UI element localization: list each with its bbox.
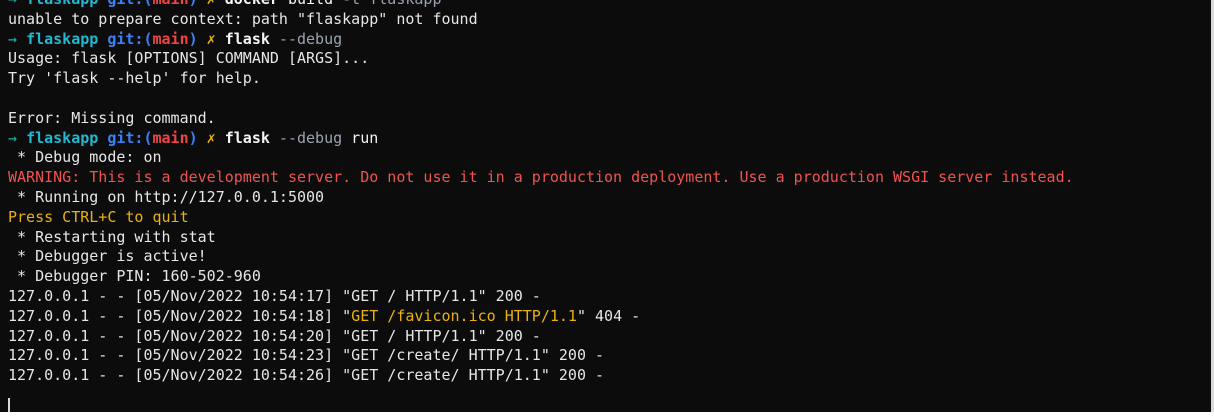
terminal-text-segment: build — [279, 0, 342, 8]
terminal-text-segment: Error: Missing command. — [8, 108, 216, 127]
terminal-text-segment: ✗ — [197, 128, 225, 147]
terminal-text-segment: 127.0.0.1 - - [05/Nov/2022 10:54:26] "GE… — [8, 366, 605, 385]
terminal-text-segment: 127.0.0.1 - - [05/Nov/2022 10:54:23] "GE… — [8, 346, 605, 365]
terminal-text-segment: ✗ — [198, 0, 225, 8]
terminal-text-segment: main — [153, 0, 189, 8]
terminal-text-segment: flask — [224, 29, 270, 48]
terminal-line: → flaskapp git:(main) ✗ flask --debug — [8, 30, 1205, 50]
terminal-line: 127.0.0.1 - - [05/Nov/2022 10:54:20] "GE… — [8, 327, 1205, 347]
terminal-text-segment: --debug — [269, 128, 343, 147]
terminal-text-segment: git:( — [107, 128, 153, 147]
terminal-text-segment: * Debug mode: on — [8, 148, 162, 167]
terminal-text-segment: * Running on http://127.0.0.1:5000 — [8, 187, 325, 206]
terminal-text-segment: → — [8, 128, 27, 147]
text-cursor — [8, 398, 10, 412]
terminal-text-segment: flaskapp — [26, 29, 108, 48]
terminal-line: * Debugger PIN: 160-502-960 — [8, 267, 1205, 287]
terminal-text-segment: 127.0.0.1 - - [05/Nov/2022 10:54:20] "GE… — [8, 326, 541, 345]
terminal-text-segment: flask — [224, 128, 270, 147]
terminal-text-segment: WARNING: This is a development server. D… — [8, 168, 1074, 187]
terminal-text-segment: ✗ — [197, 29, 225, 48]
terminal-text-segment: → — [8, 29, 27, 48]
terminal-line: * Debugger is active! — [8, 247, 1205, 267]
terminal-text-segment: Usage: flask [OPTIONS] COMMAND [ARGS]... — [8, 49, 370, 68]
terminal-line: * Running on http://127.0.0.1:5000 — [8, 188, 1205, 208]
terminal-line: unable to prepare context: path "flaskap… — [8, 10, 1205, 30]
terminal-text-segment: GET /favicon.ico HTTP/1.1 — [351, 306, 577, 325]
terminal-text-segment: flaskapp — [26, 0, 107, 8]
terminal-text-segment: ) — [189, 0, 198, 8]
terminal-line: * Debug mode: on — [8, 148, 1205, 168]
terminal-text-segment: unable to prepare context: path "flaskap… — [8, 9, 478, 28]
terminal-line: Usage: flask [OPTIONS] COMMAND [ARGS]... — [8, 49, 1205, 69]
terminal-text-segment: main — [152, 128, 189, 147]
terminal-line: 127.0.0.1 - - [05/Nov/2022 10:54:18] "GE… — [8, 307, 1205, 327]
terminal-line: → flaskapp git:(main) ✗ docker build -t … — [8, 0, 1205, 10]
terminal-text-segment: " 404 - — [576, 306, 641, 325]
terminal-text-segment: flaskapp — [26, 128, 108, 147]
terminal-text-segment: * Debugger is active! — [8, 247, 207, 266]
terminal-line: Press CTRL+C to quit — [8, 208, 1205, 228]
terminal-line: 127.0.0.1 - - [05/Nov/2022 10:54:23] "GE… — [8, 346, 1205, 366]
terminal-text-segment: git:( — [107, 0, 152, 8]
terminal-text-segment: ) — [188, 128, 198, 147]
terminal-line: * Restarting with stat — [8, 228, 1205, 248]
terminal-text-segment: main — [152, 29, 189, 48]
terminal-line: Error: Missing command. — [8, 109, 1205, 129]
terminal-text-segment: ) — [188, 29, 198, 48]
terminal-text-segment: Press CTRL+C to quit — [8, 207, 189, 226]
terminal-text-segment: git:( — [107, 29, 153, 48]
terminal-line: 127.0.0.1 - - [05/Nov/2022 10:54:26] "GE… — [8, 366, 1205, 386]
terminal-line: 127.0.0.1 - - [05/Nov/2022 10:54:17] "GE… — [8, 287, 1205, 307]
terminal-text-segment: 127.0.0.1 - - [05/Nov/2022 10:54:18] " — [8, 306, 352, 325]
terminal-text-segment: Try 'flask --help' for help. — [8, 69, 261, 88]
terminal-text-segment: docker — [225, 0, 279, 8]
terminal-output: → flaskapp git:(main) ✗ docker build -t … — [8, 0, 1205, 386]
terminal-window[interactable]: → flaskapp git:(main) ✗ docker build -t … — [0, 0, 1214, 412]
terminal-text-segment: --debug — [269, 29, 343, 48]
terminal-text-segment: * Debugger PIN: 160-502-960 — [8, 267, 261, 286]
terminal-line: → flaskapp git:(main) ✗ flask --debug ru… — [8, 129, 1205, 149]
terminal-text-segment: → — [8, 0, 26, 8]
terminal-text-segment: * Restarting with stat — [8, 227, 216, 246]
terminal-text-segment: 127.0.0.1 - - [05/Nov/2022 10:54:17] "GE… — [8, 286, 541, 305]
terminal-line: WARNING: This is a development server. D… — [8, 168, 1205, 188]
terminal-text-segment: run — [342, 128, 379, 147]
terminal-text-segment: -t flaskapp — [342, 0, 441, 8]
terminal-line: Try 'flask --help' for help. — [8, 69, 1205, 89]
